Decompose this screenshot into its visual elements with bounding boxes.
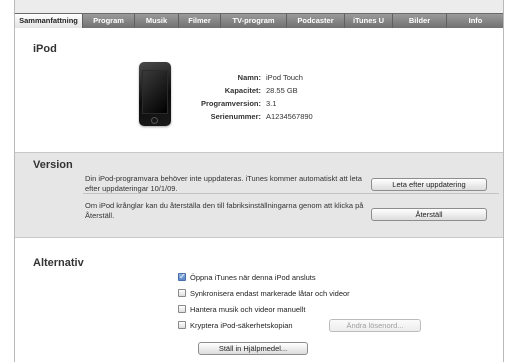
info-label: Serienummer: <box>210 112 261 121</box>
ipod-touch-image <box>139 62 171 126</box>
option-label: Kryptera iPod-säkerhetskopian <box>190 321 293 330</box>
info-value: A1234567890 <box>266 112 313 121</box>
tab-program[interactable]: Program <box>83 14 135 28</box>
option-label: Öppna iTunes när denna iPod ansluts <box>190 273 316 282</box>
ipod-section-title: iPod <box>33 43 57 55</box>
checkbox-icon[interactable] <box>178 305 186 314</box>
option-label: Hantera musik och videor manuellt <box>190 305 306 314</box>
checkbox-icon[interactable] <box>178 321 186 330</box>
info-label: Programversion: <box>200 99 261 108</box>
version-section-title: Version <box>33 159 73 171</box>
check-for-update-button[interactable]: Leta efter uppdatering <box>371 178 487 191</box>
update-status-text: Din iPod-programvara behöver inte uppdat… <box>85 174 362 193</box>
info-value: 28.55 GB <box>266 86 298 95</box>
info-row-software-version: Programversion: 3.1 <box>179 97 313 110</box>
options-section-title: Alternativ <box>33 257 84 269</box>
device-home-button <box>151 117 158 124</box>
tab-info[interactable]: Info <box>447 14 503 28</box>
ipod-section: iPod Namn: iPod Touch Kapacitet: 28.55 GB … <box>15 28 503 152</box>
tab-podcaster[interactable]: Podcaster <box>287 14 345 28</box>
tab-bar: Sammanfattning Program Musik Filmer TV-p… <box>15 13 503 29</box>
info-row-serial-number: Serienummer: A1234567890 <box>179 110 313 123</box>
option-sync-checked-only[interactable]: Synkronisera endast markerade låtar och … <box>178 288 350 299</box>
restore-info-text: Om iPod krånglar kan du återställa den t… <box>85 201 364 220</box>
itunes-device-summary-window: Sammanfattning Program Musik Filmer TV-p… <box>14 0 504 362</box>
tab-sammanfattning[interactable]: Sammanfattning <box>15 14 83 28</box>
info-row-name: Namn: iPod Touch <box>179 71 313 84</box>
restore-button[interactable]: Återställ <box>371 208 487 221</box>
info-label: Kapacitet: <box>224 86 261 95</box>
option-open-itunes[interactable]: Öppna iTunes när denna iPod ansluts <box>178 271 316 283</box>
version-divider <box>83 193 499 194</box>
options-section: Alternativ Öppna iTunes när denna iPod a… <box>15 238 503 362</box>
device-screen <box>142 70 168 114</box>
accessibility-setup-button[interactable]: Ställ in Hjälpmedel... <box>198 342 308 355</box>
info-label: Namn: <box>237 73 261 82</box>
tab-tv-program[interactable]: TV-program <box>221 14 287 28</box>
checkbox-checked-icon[interactable] <box>178 271 186 282</box>
tab-bilder[interactable]: Bilder <box>393 14 447 28</box>
info-value: 3.1 <box>266 99 277 108</box>
checkbox-icon[interactable] <box>178 289 186 298</box>
option-label: Synkronisera endast markerade låtar och … <box>190 289 350 298</box>
version-section: Version Din iPod-programvara behöver int… <box>15 152 503 238</box>
tab-filmer[interactable]: Filmer <box>179 14 221 28</box>
info-row-capacity: Kapacitet: 28.55 GB <box>179 84 313 97</box>
change-password-button[interactable]: Ändra lösenord... <box>329 319 421 332</box>
tab-musik[interactable]: Musik <box>135 14 179 28</box>
option-encrypt-backup[interactable]: Kryptera iPod-säkerhetskopian <box>178 320 293 331</box>
device-info: Namn: iPod Touch Kapacitet: 28.55 GB Progr… <box>179 71 313 123</box>
info-value: iPod Touch <box>266 73 303 82</box>
option-manage-manually[interactable]: Hantera musik och videor manuellt <box>178 304 305 315</box>
tab-itunes-u[interactable]: iTunes U <box>345 14 393 28</box>
